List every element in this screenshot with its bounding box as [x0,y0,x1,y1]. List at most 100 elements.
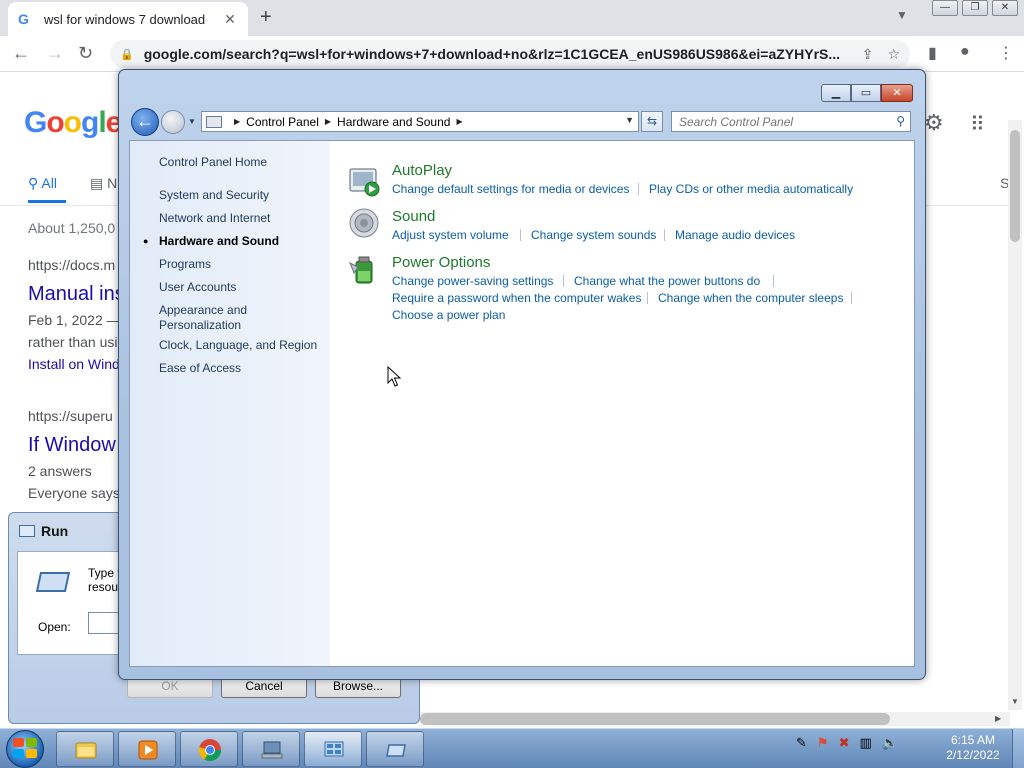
autoplay-icon[interactable] [348,165,380,197]
power-options-icon[interactable] [348,253,380,285]
nav-clock-language-region[interactable]: Clock, Language, and Region [159,338,317,353]
nav-ease-of-access[interactable]: Ease of Access [159,361,241,376]
nav-appearance-line2[interactable]: Personalization [159,318,241,333]
cp-address-bar[interactable]: ▶ Control Panel ▶ Hardware and Sound ▶ ▼ [201,111,639,132]
scroll-down-arrow-icon[interactable]: ▼ [1011,697,1019,706]
breadcrumb-chevron-icon[interactable]: ▶ [234,117,240,126]
media-player-icon [138,740,158,760]
sound-change-system-sounds-link[interactable]: Change system sounds [531,228,656,242]
address-dropdown-icon[interactable]: ▼ [625,115,634,125]
minimize-icon[interactable]: ▁ [821,84,851,102]
forward-arrow-icon[interactable]: → [46,43,64,64]
profile-avatar-icon[interactable]: ● [960,43,970,61]
result-snippet: Feb 1, 2022 — [28,312,121,328]
taskbar-network-button[interactable] [242,731,300,767]
horizontal-scroll-thumb[interactable] [420,713,890,725]
url-text[interactable]: google.com/search?q=wsl+for+windows+7+do… [144,46,848,62]
nav-programs[interactable]: Programs [159,257,211,272]
address-bar[interactable]: 🔒 google.com/search?q=wsl+for+windows+7+… [110,40,910,68]
autoplay-change-defaults-link[interactable]: Change default settings for media or dev… [392,182,629,196]
control-panel-caption-buttons: ▁ ▭ ✕ [821,84,913,102]
breadcrumb-chevron-icon[interactable]: ▶ [325,117,331,126]
close-icon[interactable]: ✕ [222,11,238,28]
share-icon[interactable]: ⇪ [862,46,874,63]
search-tab-all[interactable]: ⚲ All [28,175,57,192]
show-desktop-button[interactable] [1012,729,1024,768]
run-icon [19,525,35,537]
back-button[interactable]: ← [131,108,159,136]
volume-icon[interactable]: 🔈 [882,735,898,751]
back-arrow-icon: ← [136,111,154,131]
recent-pages-chevron-icon[interactable]: ▼ [188,117,196,126]
lock-icon[interactable]: 🔒 [120,48,134,61]
restore-icon[interactable]: ❐ [962,0,988,16]
taskbar-control-panel-button[interactable] [304,731,362,767]
side-panel-icon[interactable]: ▮ [928,43,937,63]
nav-system-and-security[interactable]: System and Security [159,188,269,203]
result-snippet: rather than usi [28,334,118,350]
autoplay-play-cds-link[interactable]: Play CDs or other media automatically [649,182,853,196]
tab-all-label: All [41,175,57,191]
taskbar-chrome-button[interactable] [180,731,238,767]
result-title[interactable]: Manual ins [28,283,125,306]
browser-tab[interactable]: G wsl for windows 7 download ✕ [8,2,248,36]
result-stats: About 1,250,0 [28,220,116,236]
windows-logo-icon [13,738,37,758]
new-tab-plus-icon[interactable]: + [260,6,272,28]
search-tab-news[interactable]: ▤ N [90,175,117,192]
speaker-icon[interactable] [348,207,380,239]
power-change-saving-settings-link[interactable]: Change power-saving settings [392,274,553,288]
menu-kebab-icon[interactable]: ⋮ [998,43,1014,63]
google-logo[interactable]: Google [24,106,122,140]
sound-adjust-volume-link[interactable]: Adjust system volume [392,228,509,242]
nav-control-panel-home[interactable]: Control Panel Home [159,155,267,170]
run-title-text: Run [41,523,69,539]
pen-input-icon[interactable]: ✎ [796,735,807,751]
apps-grid-icon[interactable]: ⠿ [970,112,985,137]
network-status-icon[interactable]: ▥ [859,735,871,751]
nav-hardware-and-sound[interactable]: Hardware and Sound [159,234,279,249]
taskbar-explorer-button[interactable] [56,731,114,767]
power-buttons-link[interactable]: Change what the power buttons do [574,274,760,288]
autoplay-title[interactable]: AutoPlay [392,162,452,179]
vertical-scroll-thumb[interactable] [1010,130,1020,242]
sound-title[interactable]: Sound [392,208,435,225]
tab-search-chevron-icon[interactable]: ▼ [896,8,908,22]
nav-user-accounts[interactable]: User Accounts [159,280,236,295]
nav-network-and-internet[interactable]: Network and Internet [159,211,270,226]
breadcrumb-chevron-icon[interactable]: ▶ [456,117,462,126]
bookmark-star-icon[interactable]: ☆ [887,46,900,63]
minimize-icon[interactable]: — [932,0,958,16]
taskbar-run-button[interactable] [366,731,424,767]
reload-icon[interactable]: ↻ [78,43,93,64]
result-url[interactable]: https://superu [28,408,113,424]
maximize-icon[interactable]: ▭ [851,84,881,102]
cp-search-box[interactable]: ⚲ [671,111,911,132]
gear-icon[interactable]: ⚙ [924,110,944,136]
search-magnifier-icon: ⚲ [28,175,39,191]
action-center-flag-icon[interactable]: ⚑ [817,735,829,751]
security-alert-icon[interactable]: ✖ [839,735,850,751]
power-require-password-link[interactable]: Require a password when the computer wak… [392,291,641,305]
close-window-icon[interactable]: ✕ [992,0,1018,16]
taskbar-clock[interactable]: 6:15 AM 2/12/2022 [942,733,1004,763]
taskbar-media-player-button[interactable] [118,731,176,767]
cp-search-input[interactable] [672,112,887,131]
refresh-button[interactable]: ⇆ [641,111,663,132]
power-options-title[interactable]: Power Options [392,254,490,271]
power-when-sleeps-link[interactable]: Change when the computer sleeps [658,291,843,305]
result-sublink[interactable]: Install on Wind [28,356,120,372]
breadcrumb-hardware-and-sound[interactable]: Hardware and Sound [337,115,450,129]
close-icon[interactable]: ✕ [881,84,913,102]
back-arrow-icon[interactable]: ← [12,43,30,64]
sound-manage-audio-devices-link[interactable]: Manage audio devices [675,228,795,242]
result-url[interactable]: https://docs.m [28,257,115,273]
nav-appearance-line1[interactable]: Appearance and [159,303,247,318]
scroll-right-arrow-icon[interactable]: ▶ [995,714,1001,723]
forward-button[interactable] [161,110,185,134]
power-choose-plan-link[interactable]: Choose a power plan [392,308,505,322]
link-separator [664,229,665,241]
result-title[interactable]: If Window [28,434,116,457]
breadcrumb-control-panel[interactable]: Control Panel [246,115,319,129]
search-icon[interactable]: ⚲ [896,114,905,128]
